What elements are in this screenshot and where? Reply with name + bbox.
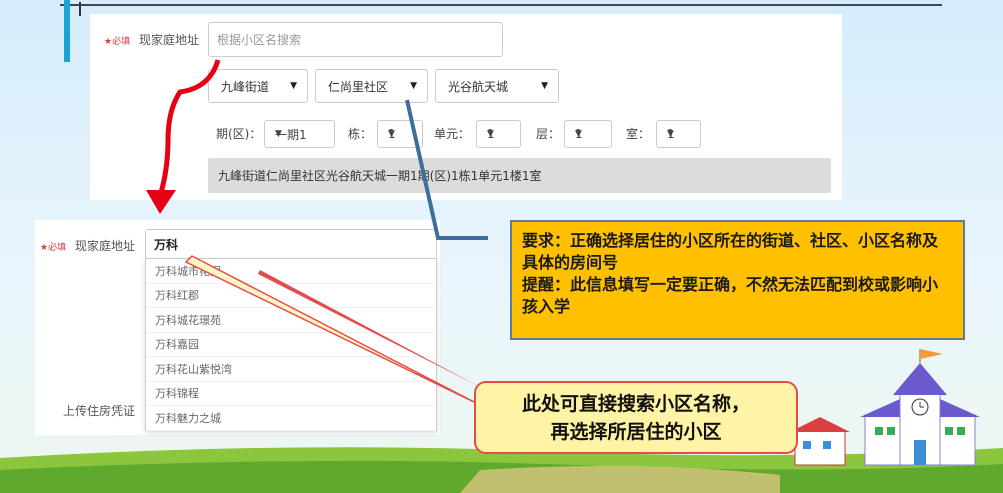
reminder-text: 提醒：此信息填写一定要正确，不然无法匹配到校或影响小孩入学: [522, 275, 939, 316]
hint-line-2: 再选择所居住的小区: [550, 420, 722, 443]
requirement-text: 要求：正确选择居住的小区所在的街道、社区、小区名称及具体的房间号: [522, 231, 939, 272]
search-hint-callout: 此处可直接搜索小区名称， 再选择所居住的小区: [474, 381, 798, 454]
hint-line-1: 此处可直接搜索小区名称，: [521, 392, 750, 415]
requirement-callout: 要求：正确选择居住的小区所在的街道、社区、小区名称及具体的房间号 提醒：此信息填…: [510, 220, 965, 340]
